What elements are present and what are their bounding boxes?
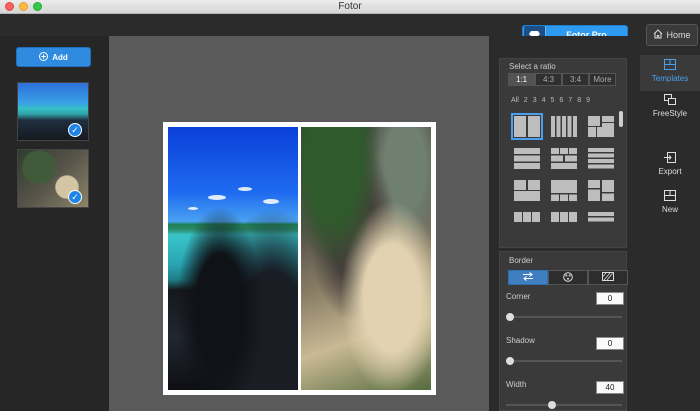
ratio-3-4[interactable]: 3:4 [562,73,589,86]
collage-cell-right[interactable] [301,127,431,390]
ratio-4-3[interactable]: 4:3 [535,73,562,86]
border-adjust-tab[interactable] [508,270,548,285]
border-texture-tab[interactable] [588,270,628,285]
count-2[interactable]: 2 [524,97,528,104]
plus-circle-icon [39,51,49,63]
palette-icon [563,271,573,284]
template-scrollbar[interactable] [619,111,623,127]
texture-icon [602,272,614,283]
export-tool[interactable]: Export [640,152,700,186]
template-item[interactable] [511,177,543,204]
corner-slider[interactable] [506,313,622,321]
width-label: Width [506,380,527,389]
template-item[interactable] [585,113,617,140]
template-item[interactable] [511,209,543,236]
photo-thumbnail-2[interactable]: ✓ [17,149,89,208]
template-item[interactable] [585,177,617,204]
home-label: Home [666,30,691,40]
template-item[interactable] [511,113,543,140]
home-button[interactable]: Home [646,24,698,46]
new-collage-icon [640,190,700,203]
template-item[interactable] [548,177,580,204]
shadow-slider[interactable] [506,357,622,365]
width-slider-handle[interactable] [548,401,556,409]
new-tool[interactable]: New [640,190,700,224]
collage-cell-left[interactable] [168,127,298,390]
template-grid [511,113,618,236]
ratio-1-1[interactable]: 1:1 [508,73,535,86]
settings-panel: Select a ratio 1:1 4:3 3:4 More All 2 3 … [489,36,640,411]
add-label: Add [52,52,68,62]
template-item[interactable] [585,145,617,172]
ratio-section-label: Select a ratio [509,62,556,71]
border-color-tab[interactable] [548,270,588,285]
template-item[interactable] [585,209,617,236]
freestyle-label: FreeStyle [652,109,688,118]
width-slider[interactable] [506,401,622,409]
home-icon [653,29,663,41]
add-photo-button[interactable]: Add [16,47,91,67]
app-window: Fotor Fotor Pro Home Add ✓ ✓ Select a ra… [0,0,700,411]
templates-label: Templates [651,74,689,83]
count-4[interactable]: 4 [542,97,546,104]
title-bar: Fotor [0,0,700,14]
freestyle-icon [640,94,700,107]
freestyle-tool[interactable]: FreeStyle [640,94,700,130]
shadow-label: Shadow [506,336,535,345]
ratio-more[interactable]: More [589,73,616,86]
count-9[interactable]: 9 [586,97,590,104]
ratio-selector: 1:1 4:3 3:4 More [508,73,616,86]
collage-canvas [163,122,436,395]
templates-section: Select a ratio 1:1 4:3 3:4 More All 2 3 … [499,58,627,248]
corner-slider-handle[interactable] [506,313,514,321]
tool-sidebar: Templates FreeStyle Export New [640,50,700,411]
export-label: Export [658,167,682,176]
new-label: New [661,205,678,214]
photo-count-filter: All 2 3 4 5 6 7 8 9 [511,97,590,104]
templates-tool[interactable]: Templates [640,55,700,91]
swap-arrows-icon [522,272,534,283]
border-tabs [508,270,628,285]
shadow-slider-handle[interactable] [506,357,514,365]
window-title: Fotor [338,1,362,12]
template-item[interactable] [511,145,543,172]
count-6[interactable]: 6 [559,97,563,104]
count-5[interactable]: 5 [551,97,555,104]
template-item[interactable] [548,145,580,172]
count-8[interactable]: 8 [577,97,581,104]
count-all[interactable]: All [511,97,519,104]
width-value-input[interactable]: 40 [596,381,624,394]
corner-value-input[interactable]: 0 [596,292,624,305]
checkmark-icon: ✓ [68,190,82,204]
corner-label: Corner [506,292,531,301]
photo-panel: Add ✓ ✓ [0,36,109,411]
templates-icon [640,59,700,72]
checkmark-icon: ✓ [68,123,82,137]
count-7[interactable]: 7 [568,97,572,104]
border-section: Border Corner 0 Shadow 0 Width 40 [499,251,628,411]
photo-thumbnail-1[interactable]: ✓ [17,82,89,141]
canvas-area [109,36,489,411]
shadow-value-input[interactable]: 0 [596,337,624,350]
border-section-label: Border [509,256,534,265]
export-icon [640,152,700,165]
template-item[interactable] [548,209,580,236]
count-3[interactable]: 3 [533,97,537,104]
template-item[interactable] [548,113,580,140]
